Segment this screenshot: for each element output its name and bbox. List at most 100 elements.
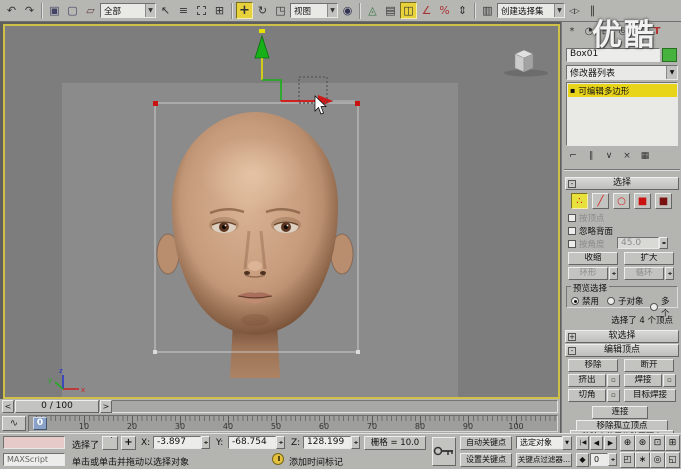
preview-disable-radio[interactable]: 禁用 [571,295,599,307]
play-button[interactable]: ▶ [604,436,617,450]
bind-to-spacewarp-icon[interactable]: ▱ [82,2,99,19]
modifier-stack[interactable]: ▪ 可编辑多边形 [566,82,678,146]
window-crossing-icon[interactable]: ⊞ [211,2,228,19]
angle-value-field[interactable]: 45.0 [617,237,659,249]
region-zoom-button[interactable]: ◰ [620,452,635,468]
object-color-swatch[interactable] [662,48,677,62]
chamfer-button[interactable]: 切角 [568,389,606,402]
unlink-selection-icon[interactable]: ▢ [64,2,81,19]
dropdown-arrow-icon[interactable]: ▼ [554,4,564,17]
radio-on[interactable] [571,297,579,305]
ring-button[interactable]: 环形 [568,267,608,280]
dropdown-arrow-icon[interactable]: ▼ [562,436,572,450]
previous-frame-arrow[interactable]: < [2,400,14,413]
dropdown-arrow-icon[interactable]: ▼ [666,66,677,79]
select-object-icon[interactable]: ↖ [157,2,174,19]
region-select-icon[interactable] [193,2,210,19]
maxscript-listener-field[interactable]: MAXScript [3,453,65,466]
key-filters-button[interactable]: 关键点过滤器... [516,453,572,467]
add-time-tag[interactable]: 添加时间标记 [289,455,343,468]
show-end-result-icon[interactable]: ∥ [584,149,598,163]
break-button[interactable]: 断开 [624,359,674,372]
mini-curve-editor-button[interactable]: ∿ [2,416,26,431]
snaps-toggle-icon[interactable]: ◫ [400,2,417,19]
collapse-icon[interactable]: - [568,180,576,188]
y-coord-field[interactable]: -68.754 [228,436,276,449]
checkbox[interactable] [568,227,576,235]
select-and-rotate-icon[interactable]: ↻ [254,2,271,19]
undo-icon[interactable]: ↶ [3,2,20,19]
auto-key-button[interactable]: 自动关键点 [460,436,512,450]
time-slider-thumb[interactable]: 0 / 100 [15,400,99,413]
ignore-backfacing-checkbox-row[interactable]: 忽略背面 [568,225,613,237]
shrink-button[interactable]: 收缩 [568,252,618,265]
soft-selection-rollout-header[interactable]: + 软选择 [565,330,679,343]
remove-unused-map-verts-button[interactable]: 移除未使用的贴图顶点 [570,430,674,433]
loop-button[interactable]: 循环 [624,267,664,280]
next-frame-arrow[interactable]: > [100,400,112,413]
key-mode-toggle[interactable]: ◆ [576,453,589,467]
tab-create[interactable]: * [564,24,580,39]
pin-stack-icon[interactable]: ⌐ [566,149,580,163]
selection-filter-dropdown[interactable]: 全部 ▼ [100,3,156,18]
preview-subobject-radio[interactable]: 子对象 [607,295,644,307]
connect-button[interactable]: 连接 [592,406,648,419]
redo-icon[interactable]: ↷ [21,2,38,19]
use-pivot-center-icon[interactable]: ◉ [339,2,356,19]
ring-spinner[interactable] [609,267,618,280]
remove-modifier-icon[interactable]: × [620,149,634,163]
remove-button[interactable]: 移除 [568,359,618,372]
expand-icon[interactable]: + [568,333,576,341]
border-mode-button[interactable]: ○ [613,193,630,209]
track-bar-ruler[interactable]: 0 10 20 30 40 50 60 70 80 90 100 0 [28,415,558,432]
x-coord-spinner[interactable] [201,436,210,449]
mirror-icon[interactable]: ◁▷ [566,2,583,19]
zoom-button[interactable]: ⊕ [620,435,635,451]
orbit-button[interactable]: ◎ [650,452,665,468]
select-and-link-icon[interactable]: ▣ [46,2,63,19]
go-to-start-button[interactable]: ∣◀ [576,436,589,450]
loop-spinner[interactable] [665,267,674,280]
make-unique-icon[interactable]: ∨ [602,149,616,163]
modifier-list-dropdown[interactable]: 修改器列表 ▼ [566,65,678,80]
zoom-extents-all-button[interactable]: ⊞ [665,435,680,451]
macro-recorder-field[interactable] [3,436,65,449]
dropdown-arrow-icon[interactable]: ▼ [145,4,155,17]
zoom-extents-button[interactable]: ⊡ [650,435,665,451]
select-and-scale-icon[interactable]: ◳ [272,2,289,19]
radio[interactable] [607,297,615,305]
checkbox[interactable] [568,214,576,222]
element-mode-button[interactable]: ■ [655,193,672,209]
current-frame-field[interactable]: 0 [590,453,608,466]
previous-frame-button[interactable]: ◀ [590,436,603,450]
clock-icon[interactable] [272,453,284,465]
select-by-name-icon[interactable]: ≡ [175,2,192,19]
selection-rollout-header[interactable]: - 选择 [565,177,679,190]
select-and-move-icon[interactable]: + [236,2,253,19]
vertex-mode-button[interactable]: ∴ [571,193,588,209]
collapse-icon[interactable]: - [568,347,576,355]
weld-settings-button[interactable]: ▫ [663,374,676,387]
configure-modifier-sets-icon[interactable]: ▦ [638,149,652,163]
stack-item-editable-poly[interactable]: ▪ 可编辑多边形 [568,84,677,97]
by-angle-checkbox-row[interactable]: 按角度 [568,238,605,250]
maximize-viewport-toggle[interactable]: ◱ [665,452,680,468]
zoom-all-button[interactable]: ⊛ [635,435,650,451]
checkbox[interactable] [568,240,576,248]
grow-button[interactable]: 扩大 [624,252,674,265]
set-key-button[interactable]: 设置关键点 [460,453,512,467]
set-keys-button[interactable] [432,437,456,466]
by-vertex-checkbox-row[interactable]: 按顶点 [568,212,605,224]
pan-button[interactable]: ∗ [635,452,650,468]
polygon-mode-button[interactable]: ■ [634,193,651,209]
angle-snap-icon[interactable]: ∠ [418,2,435,19]
edge-mode-button[interactable]: ╱ [592,193,609,209]
angle-spinner[interactable] [659,237,668,249]
dropdown-arrow-icon[interactable]: ▼ [327,4,337,17]
target-weld-button[interactable]: 目标焊接 [624,389,676,402]
z-coord-field[interactable]: 128.199 [303,436,351,449]
viewport-canvas[interactable]: x z y [5,26,558,397]
x-coord-field[interactable]: -3.897 [153,436,201,449]
extrude-button[interactable]: 挤出 [568,374,606,387]
frame-spinner[interactable] [608,453,617,466]
